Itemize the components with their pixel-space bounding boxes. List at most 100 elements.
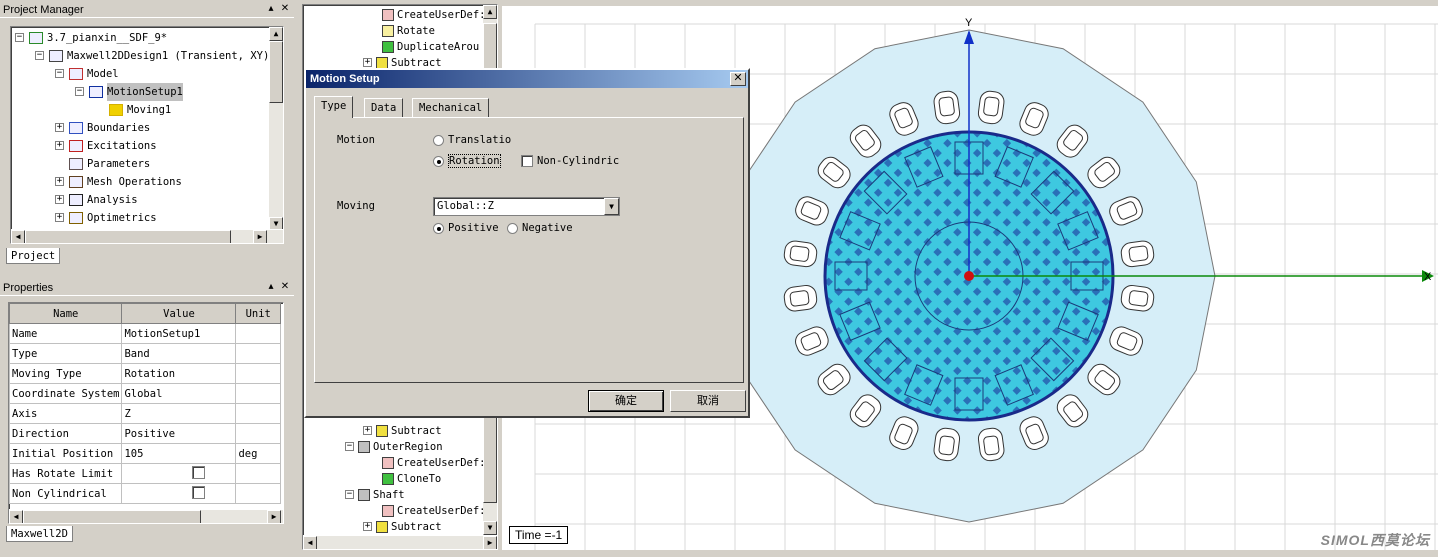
history-item[interactable]: + Subtract	[303, 518, 483, 536]
property-value[interactable]: Rotation	[121, 363, 237, 384]
expand-icon[interactable]: +	[55, 195, 64, 204]
collapse-icon[interactable]: −	[75, 87, 84, 96]
property-name: Type	[9, 343, 123, 364]
property-row[interactable]: Has Rotate Limit	[9, 463, 281, 484]
property-row[interactable]: Name MotionSetup1	[9, 323, 281, 344]
checkbox-icon[interactable]	[192, 485, 206, 499]
property-unit	[235, 403, 281, 424]
property-value[interactable]: 105	[121, 443, 237, 464]
operation-icon	[382, 457, 394, 469]
tree-item-boundaries[interactable]: + Boundaries	[11, 119, 267, 137]
design-icon	[49, 50, 63, 62]
tree-item-project[interactable]: − 3.7_pianxin__SDF_9*	[11, 29, 267, 47]
property-value[interactable]	[121, 483, 237, 504]
project-manager-panel: Project Manager ▴ ✕ −3.7_pianxin__SDF_9*…	[0, 2, 294, 266]
excitations-icon	[69, 140, 83, 152]
tree-item-label: Analysis	[87, 194, 138, 206]
dialog-close-button[interactable]: ✕	[730, 72, 746, 86]
motion-setup-dialog: Motion Setup ✕ Type Data Mechanical Moti…	[304, 68, 750, 418]
stator-slot	[977, 427, 1005, 462]
tab-type[interactable]: Type	[314, 96, 354, 118]
dialog-title-bar[interactable]: Motion Setup ✕	[306, 70, 748, 88]
moving-select[interactable]: Global::Z ▼	[433, 197, 620, 216]
tab-maxwell2d[interactable]: Maxwell2D	[6, 526, 73, 542]
collapse-icon[interactable]: −	[345, 490, 354, 499]
tree-item-optimetrics[interactable]: + Optimetrics	[11, 209, 267, 227]
property-unit	[235, 463, 281, 484]
tree-item-excitations[interactable]: + Excitations	[11, 137, 267, 155]
property-value[interactable]: Positive	[121, 423, 237, 444]
analysis-icon	[69, 194, 83, 206]
vertical-scrollbar[interactable]: ▲ ▼	[269, 27, 283, 231]
close-icon[interactable]: ✕	[279, 3, 291, 15]
property-row[interactable]: Coordinate System Global	[9, 383, 281, 404]
chevron-down-icon[interactable]: ▼	[604, 198, 619, 215]
expand-icon[interactable]: +	[55, 213, 64, 222]
tab-data[interactable]: Data	[364, 98, 404, 118]
horizontal-scrollbar[interactable]: ◀ ▶	[9, 509, 283, 523]
property-row[interactable]: Direction Positive	[9, 423, 281, 444]
expand-icon[interactable]: +	[55, 177, 64, 186]
translation-radio[interactable]: Translatio	[433, 134, 511, 146]
property-unit	[235, 343, 281, 364]
moving-label: Moving	[337, 200, 375, 212]
expand-icon[interactable]: +	[55, 123, 64, 132]
negative-radio[interactable]: Negative	[507, 222, 573, 234]
y-axis-label: Y	[965, 17, 973, 29]
non-cylindrical-label: Non-Cylindric	[537, 155, 620, 167]
tree-item-parameters[interactable]: Parameters	[11, 155, 267, 173]
expand-icon[interactable]: +	[363, 426, 372, 435]
horizontal-scrollbar[interactable]: ◀ ▶	[303, 535, 497, 549]
radio-selected-icon	[433, 155, 444, 167]
column-header-name[interactable]: Name	[9, 303, 123, 324]
positive-radio[interactable]: Positive	[433, 222, 499, 234]
property-value[interactable]: MotionSetup1	[121, 323, 237, 344]
tree-item-analysis[interactable]: + Analysis	[11, 191, 267, 209]
tab-mechanical[interactable]: Mechanical	[412, 98, 490, 118]
property-row[interactable]: Moving Type Rotation	[9, 363, 281, 384]
tab-project[interactable]: Project	[6, 248, 61, 264]
tree-item-mesh-operations[interactable]: + Mesh Operations	[11, 173, 267, 191]
operation-icon	[358, 441, 370, 453]
operation-icon	[376, 521, 388, 533]
stator-slot	[1120, 284, 1155, 312]
tree-item-model[interactable]: − Model	[11, 65, 267, 83]
checkbox-icon[interactable]	[192, 465, 206, 479]
expand-icon[interactable]: +	[363, 522, 372, 531]
property-value[interactable]: Global	[121, 383, 237, 404]
collapse-icon[interactable]: −	[15, 33, 24, 42]
tree-item-design[interactable]: − Maxwell2DDesign1 (Transient, XY)*	[11, 47, 276, 65]
property-row[interactable]: Non Cylindrical	[9, 483, 281, 504]
tree-item-motionsetup1[interactable]: − MotionSetup1	[11, 83, 267, 101]
rotation-radio[interactable]: Rotation	[433, 154, 501, 168]
tree-item-label: Boundaries	[87, 122, 151, 134]
ok-button[interactable]: 确定	[588, 390, 664, 412]
close-icon[interactable]: ✕	[279, 281, 291, 293]
properties-title-text: Properties	[3, 282, 54, 294]
property-name: Name	[9, 323, 123, 344]
property-value[interactable]	[121, 463, 237, 484]
non-cylindrical-checkbox[interactable]: Non-Cylindric	[521, 155, 619, 167]
collapse-icon[interactable]: −	[35, 51, 44, 60]
expand-icon[interactable]: +	[363, 58, 372, 67]
pin-icon[interactable]: ▴	[265, 3, 277, 15]
tree-item-moving1[interactable]: Moving1	[11, 101, 267, 119]
model-icon	[69, 68, 83, 80]
property-row[interactable]: Initial Position 105 deg	[9, 443, 281, 464]
tree-item-label: Excitations	[87, 140, 157, 152]
column-header-value[interactable]: Value	[121, 303, 237, 324]
property-value[interactable]: Band	[121, 343, 237, 364]
column-header-unit[interactable]: Unit	[235, 303, 281, 324]
horizontal-scrollbar[interactable]: ◀ ▶	[11, 229, 283, 243]
property-value[interactable]: Z	[121, 403, 237, 424]
pin-icon[interactable]: ▴	[265, 281, 277, 293]
collapse-icon[interactable]: −	[345, 442, 354, 451]
motion-setup-icon	[89, 86, 103, 98]
collapse-icon[interactable]: −	[55, 69, 64, 78]
operation-icon	[358, 489, 370, 501]
cancel-button[interactable]: 取消	[670, 390, 746, 412]
property-row[interactable]: Type Band	[9, 343, 281, 364]
expand-icon[interactable]: +	[55, 141, 64, 150]
property-name: Non Cylindrical	[9, 483, 123, 504]
property-row[interactable]: Axis Z	[9, 403, 281, 424]
